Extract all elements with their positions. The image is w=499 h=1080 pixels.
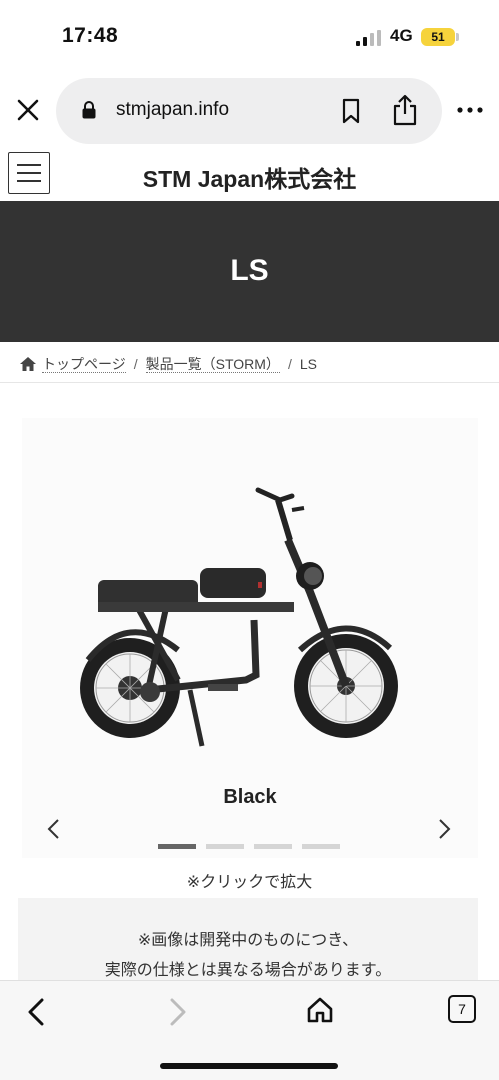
carousel-dot[interactable] <box>158 844 196 849</box>
status-bar: 17:48 4G 51 <box>0 0 499 70</box>
battery-icon: 51 <box>421 28 455 46</box>
network-type: 4G <box>390 26 413 45</box>
tabs-button[interactable]: 7 <box>448 995 476 1023</box>
home-icon[interactable] <box>306 996 334 1024</box>
browser-toolbar: 7 <box>0 980 499 1080</box>
breadcrumb-separator: / <box>133 356 138 372</box>
breadcrumb-category-link[interactable]: 製品一覧（STORM） <box>145 356 280 373</box>
signal-icon <box>356 30 381 46</box>
more-icon[interactable] <box>456 106 484 114</box>
battery-cap <box>456 33 459 41</box>
site-title[interactable]: STM Japan株式会社 <box>0 160 499 194</box>
breadcrumb: トップページ / 製品一覧（STORM） / LS <box>20 354 317 374</box>
breadcrumb-current: LS <box>299 356 317 372</box>
bookmark-icon[interactable] <box>340 98 362 124</box>
lock-icon <box>82 101 96 119</box>
disclaimer-line-1: ※画像は開発中のものにつき、 <box>137 932 359 949</box>
carousel-dot[interactable] <box>206 844 244 849</box>
home-indicator <box>160 1063 338 1069</box>
chevron-left-icon[interactable] <box>46 818 60 840</box>
click-to-enlarge-note: ※クリックで拡大 <box>186 874 313 891</box>
site-header: STM Japan株式会社 <box>0 148 499 200</box>
share-icon[interactable] <box>392 94 418 126</box>
back-icon[interactable] <box>26 997 46 1027</box>
home-icon <box>20 357 36 371</box>
divider <box>0 382 499 383</box>
carousel-dot[interactable] <box>302 844 340 849</box>
disclaimer-line-2: 実際の仕様とは異なる場合があります。 <box>104 962 392 979</box>
product-image[interactable] <box>78 480 408 762</box>
product-image-carousel[interactable]: Black <box>22 418 478 858</box>
image-disclaimer: ※画像は開発中のものにつき、 実際の仕様とは異なる場合があります。 <box>18 898 478 988</box>
page-hero: LS <box>0 201 499 342</box>
carousel-dot[interactable] <box>254 844 292 849</box>
breadcrumb-home-link[interactable]: トップページ <box>42 356 126 373</box>
carousel-pagination <box>158 844 342 849</box>
breadcrumb-separator: / <box>287 356 292 372</box>
browser-address-bar: stmjapan.info <box>0 70 499 148</box>
product-color-label: Black <box>223 786 277 808</box>
url-field[interactable]: stmjapan.info <box>56 78 442 144</box>
chevron-right-icon[interactable] <box>438 818 452 840</box>
status-time: 17:48 <box>62 24 119 47</box>
page-title: LS <box>230 254 269 287</box>
forward-icon[interactable] <box>168 997 188 1027</box>
close-icon[interactable] <box>14 96 42 124</box>
url-text: stmjapan.info <box>116 99 230 120</box>
